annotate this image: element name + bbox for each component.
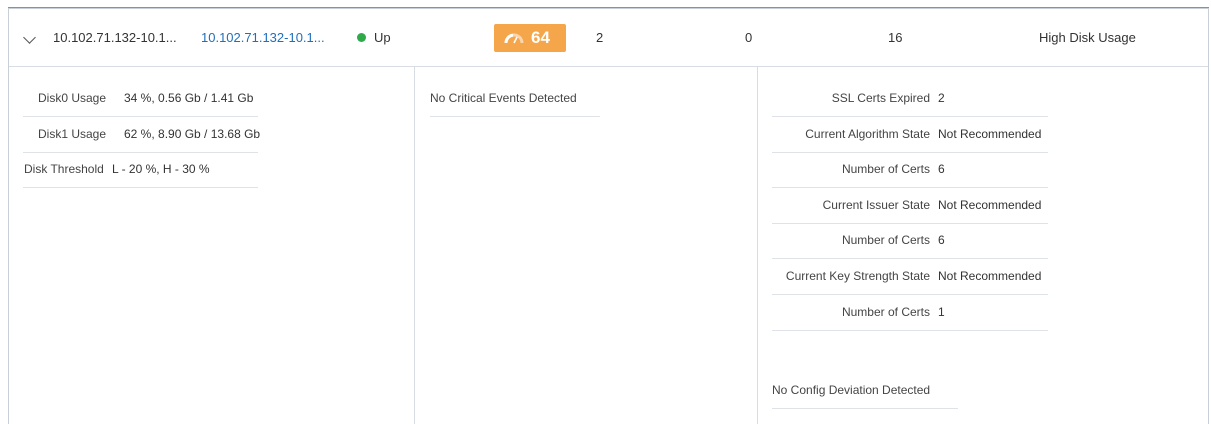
ssl-value: Not Recommended <box>938 269 1042 283</box>
disk-row: Disk1 Usage 62 %, 8.90 Gb / 13.68 Gb <box>23 117 261 153</box>
disk-row: Disk Threshold L - 20 %, H - 30 % <box>23 152 258 188</box>
summary-count-b: 0 <box>745 30 753 45</box>
ssl-row: SSL Certs Expired 2 <box>772 81 1048 117</box>
instance-host-link[interactable]: 10.102.71.132-10.1... <box>201 9 325 67</box>
ssl-value: Not Recommended <box>938 127 1042 141</box>
ssl-row: Current Issuer State Not Recommended <box>772 188 1048 224</box>
health-score-badge: 64 <box>494 24 566 52</box>
ssl-value: 2 <box>938 91 945 105</box>
status-up-dot-icon <box>357 33 366 43</box>
ssl-value: Not Recommended <box>938 198 1042 212</box>
instance-summary-row[interactable]: 10.102.71.132-10.1... 10.102.71.132-10.1… <box>9 9 1208 67</box>
panel-divider-1 <box>414 67 415 424</box>
status-indicator: Up <box>357 9 391 67</box>
disk-row: Disk0 Usage 34 %, 0.56 Gb / 1.41 Gb <box>23 81 258 117</box>
ssl-label: Number of Certs <box>841 162 930 176</box>
ssl-value: 1 <box>938 305 945 319</box>
ssl-label: Current Issuer State <box>822 198 930 212</box>
panel-divider-2 <box>757 67 758 424</box>
ssl-label: Current Algorithm State <box>805 127 930 141</box>
ssl-row: Number of Certs 1 <box>772 295 1048 331</box>
summary-count-c: 16 <box>888 30 903 45</box>
summary-divider <box>9 66 1208 67</box>
ssl-row: Number of Certs 6 <box>772 223 1048 259</box>
status-label: Up <box>374 30 391 45</box>
ssl-label: SSL Certs Expired <box>831 91 930 105</box>
disk-label: Disk Threshold <box>24 162 104 176</box>
ssl-value: 6 <box>938 162 945 176</box>
ssl-label: Number of Certs <box>841 305 930 319</box>
summary-count-a: 2 <box>596 30 604 45</box>
disk-label: Disk1 Usage <box>38 127 107 141</box>
instance-name: 10.102.71.132-10.1... <box>53 30 177 45</box>
ssl-row: Current Algorithm State Not Recommended <box>772 117 1048 153</box>
config-deviation-message: No Config Deviation Detected <box>772 373 958 409</box>
disk-value: 62 %, 8.90 Gb / 13.68 Gb <box>124 127 261 141</box>
gauge-icon <box>504 33 524 44</box>
health-score-value: 64 <box>531 28 550 47</box>
ssl-label: Number of Certs <box>841 233 930 247</box>
disk-value: 34 %, 0.56 Gb / 1.41 Gb <box>124 91 254 105</box>
ssl-row: Number of Certs 6 <box>772 152 1048 188</box>
issue-label: High Disk Usage <box>1039 30 1136 45</box>
ssl-value: 6 <box>938 233 945 247</box>
ssl-row: Current Key Strength State Not Recommend… <box>772 259 1048 295</box>
critical-events-message: No Critical Events Detected <box>430 81 600 117</box>
disk-label: Disk0 Usage <box>38 91 107 105</box>
disk-value: L - 20 %, H - 30 % <box>112 162 210 176</box>
ssl-label: Current Key Strength State <box>785 269 930 283</box>
chevron-down-icon[interactable] <box>23 31 36 44</box>
